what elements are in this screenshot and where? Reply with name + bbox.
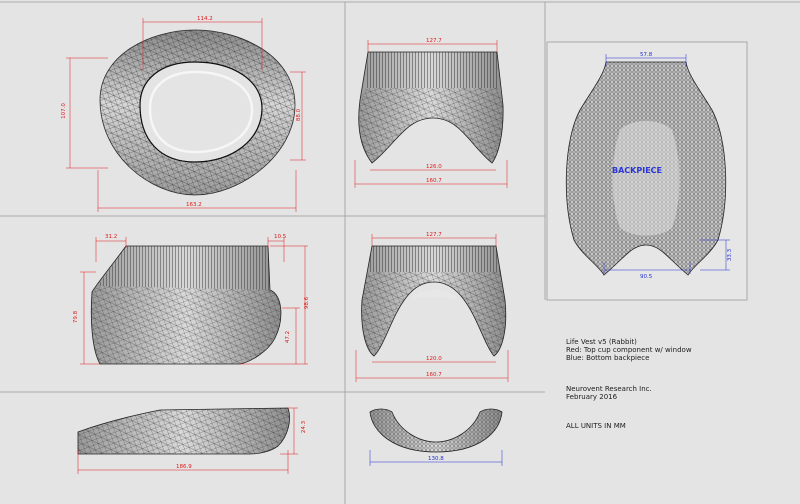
dim-top-bottom-width: 163.2 <box>186 202 202 208</box>
dim-top-height-left: 107.0 <box>60 103 67 119</box>
front-view-shell <box>358 51 504 164</box>
drawing-canvas <box>0 1 800 504</box>
dim-rear-inner: 120.0 <box>426 356 442 362</box>
note-red-legend: Red: Top cup component w/ window <box>566 346 692 354</box>
dim-back-right: 33.3 <box>727 248 734 262</box>
dim-side-left: 79.8 <box>73 310 80 324</box>
dim-side-top-right: 10.5 <box>274 234 287 240</box>
dim-top-height-right: 88.0 <box>296 108 303 122</box>
note-blue-legend: Blue: Bottom backpiece <box>566 354 650 362</box>
dim-back-top: 57.8 <box>640 52 653 58</box>
rear-view-shell <box>361 245 507 357</box>
side-view-shell <box>90 245 282 365</box>
dim-flat-height: 24.3 <box>301 420 308 434</box>
note-title: Life Vest v5 (Rabbit) <box>566 338 637 346</box>
note-units: ALL UNITS IN MM <box>566 422 626 430</box>
dim-rear-outer: 160.7 <box>426 372 442 378</box>
backpiece-label: BACKPIECE <box>612 166 662 175</box>
arch-view-shell <box>369 408 503 453</box>
note-date: February 2016 <box>566 393 618 401</box>
note-company: Neurovent Research Inc. <box>566 385 652 393</box>
dim-front-outer: 160.7 <box>426 178 442 184</box>
dim-flat-width: 186.9 <box>176 464 192 470</box>
dim-top-width: 114.2 <box>197 16 213 22</box>
dim-back-bottom: 90.5 <box>640 274 653 280</box>
dim-arch-width: 130.8 <box>428 456 444 462</box>
drawing-sheet: 114.2 107.0 88.0 163.2 127.7 126.0 160.7… <box>0 0 800 504</box>
dim-side-right-inner: 47.2 <box>285 330 292 344</box>
dim-rear-top: 127.7 <box>426 232 442 238</box>
dim-front-top: 127.7 <box>426 38 442 44</box>
dim-front-inner: 126.0 <box>426 164 442 170</box>
flat-view-shell <box>77 407 290 455</box>
top-view-ring <box>99 29 296 196</box>
dim-side-top-left: 31.2 <box>105 234 118 240</box>
dim-side-right-outer: 98.6 <box>304 296 311 310</box>
